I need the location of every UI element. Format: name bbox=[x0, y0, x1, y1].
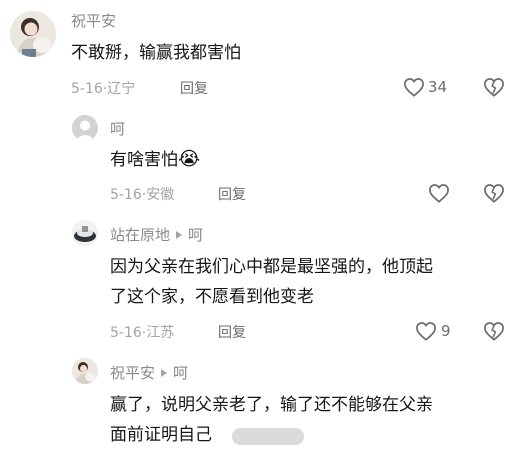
comment-location: 安徽 bbox=[146, 187, 175, 203]
comment-text-line: 面前证明自己 bbox=[110, 425, 212, 445]
comment-text-line: 赢了，说明父亲老了，输了还不能够在父亲 bbox=[110, 395, 433, 415]
comment-username: 祝平安呵 bbox=[110, 362, 188, 383]
comment-meta: 5-16·安徽 bbox=[110, 184, 174, 204]
avatar[interactable] bbox=[10, 11, 56, 57]
reply-arrow-icon bbox=[176, 231, 183, 239]
comment-username: 站在原地呵 bbox=[110, 224, 203, 245]
like-count: 9 bbox=[441, 322, 451, 340]
reply-button[interactable]: 回复 bbox=[218, 322, 246, 342]
comment-location: 辽宁 bbox=[107, 81, 136, 97]
crying-emoji: 😭 bbox=[178, 148, 201, 170]
comment-date: 5-16 bbox=[110, 325, 142, 341]
comment-text-line: 了这个家，不愿看到他变老 bbox=[110, 287, 314, 307]
heart-icon[interactable] bbox=[428, 183, 450, 203]
comment-location: 江苏 bbox=[146, 325, 175, 341]
comment-date: 5-16 bbox=[71, 81, 103, 97]
watermark bbox=[232, 428, 304, 445]
reply-button[interactable]: 回复 bbox=[218, 184, 246, 204]
comment-text: 不敢掰，输赢我都害怕 bbox=[71, 43, 241, 63]
username-link[interactable]: 祝平安 bbox=[110, 364, 155, 382]
avatar[interactable] bbox=[72, 358, 98, 384]
reply-to-username[interactable]: 呵 bbox=[173, 364, 188, 382]
broken-heart-icon[interactable] bbox=[483, 183, 505, 203]
comment-text-line: 因为父亲在我们心中都是最坚强的，他顶起 bbox=[110, 257, 433, 277]
comment-username[interactable]: 呵 bbox=[110, 118, 125, 139]
comment-date: 5-16 bbox=[110, 187, 142, 203]
reply-button[interactable]: 回复 bbox=[180, 78, 208, 98]
comment-text-body: 有啥害怕 bbox=[110, 150, 178, 170]
heart-icon[interactable] bbox=[403, 77, 425, 97]
comment-meta: 5-16·辽宁 bbox=[71, 78, 135, 98]
comment-username[interactable]: 祝平安 bbox=[71, 10, 116, 31]
heart-icon[interactable] bbox=[415, 321, 437, 341]
like-count: 34 bbox=[428, 78, 448, 96]
reply-arrow-icon bbox=[161, 369, 168, 377]
reply-to-username[interactable]: 呵 bbox=[188, 226, 203, 244]
comment-meta: 5-16·江苏 bbox=[110, 322, 174, 342]
broken-heart-icon[interactable] bbox=[483, 77, 505, 97]
avatar[interactable] bbox=[72, 115, 98, 141]
broken-heart-icon[interactable] bbox=[483, 321, 505, 341]
username-link[interactable]: 站在原地 bbox=[110, 226, 170, 244]
comment-text: 有啥害怕😭 bbox=[110, 144, 200, 176]
avatar[interactable] bbox=[72, 220, 98, 246]
